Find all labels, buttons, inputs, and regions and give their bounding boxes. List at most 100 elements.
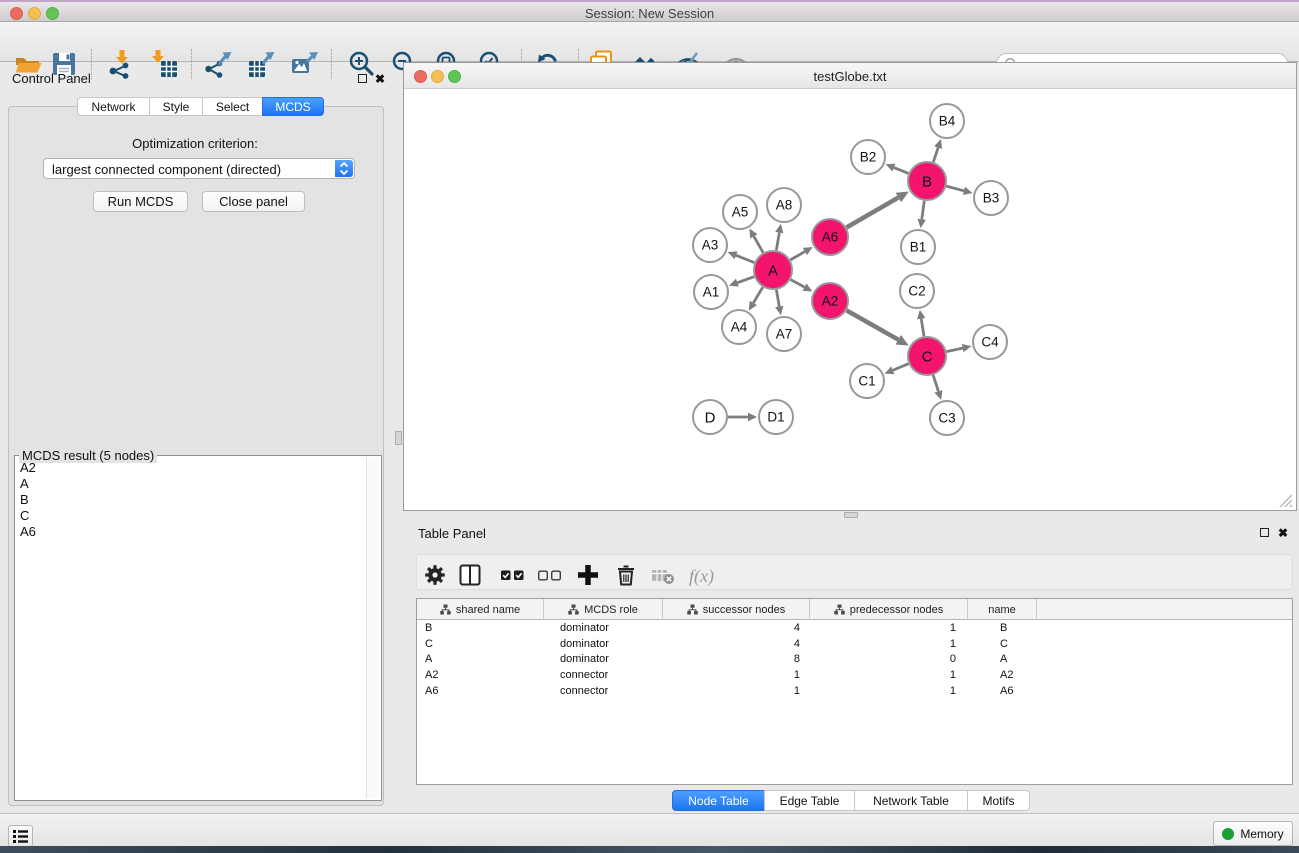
criterion-dropdown[interactable]: largest connected component (directed) xyxy=(43,158,355,179)
column-header-MCDS-role[interactable]: MCDS role xyxy=(544,599,663,620)
table-row[interactable]: Adominator80A xyxy=(417,651,1292,667)
table-cell[interactable]: B xyxy=(417,622,544,634)
memory-button[interactable]: Memory xyxy=(1213,821,1293,846)
column-header-shared-name[interactable]: shared name xyxy=(417,599,544,620)
tab-network[interactable]: Network xyxy=(77,97,150,116)
graph-arrowhead xyxy=(918,219,926,228)
task-history-button[interactable] xyxy=(8,825,33,847)
mcds-result-item[interactable]: A xyxy=(16,476,368,492)
tab-network-table[interactable]: Network Table xyxy=(854,790,968,811)
resize-grip-icon[interactable] xyxy=(1276,491,1294,509)
close-panel-icon[interactable]: ✖ xyxy=(375,73,385,85)
table-cell[interactable]: A xyxy=(417,653,544,665)
graph-edge-C-C3[interactable] xyxy=(933,375,938,391)
graph-edge-A6-B[interactable] xyxy=(846,197,898,227)
graph-edge-A-A5[interactable] xyxy=(754,236,763,252)
select-all-checkboxes-icon[interactable] xyxy=(500,562,526,588)
graph-edge-A-A8[interactable] xyxy=(776,233,779,251)
status-bar: Memory xyxy=(0,813,1299,846)
graph-edge-B-B3[interactable] xyxy=(946,186,964,191)
graph-edge-C-C2[interactable] xyxy=(921,319,924,337)
delete-columns-icon[interactable] xyxy=(613,562,639,588)
mcds-result-item[interactable]: B xyxy=(16,492,368,508)
tab-motifs[interactable]: Motifs xyxy=(967,790,1030,811)
graph-edge-C-C4[interactable] xyxy=(947,348,963,352)
network-canvas[interactable]: AA1A3A5A8A4A7A6A2BB1B2B3B4CC1C2C3C4DD1 xyxy=(404,89,1296,510)
table-cell[interactable]: 1 xyxy=(663,669,810,681)
graph-node-label: A3 xyxy=(702,238,719,253)
table-row[interactable]: A6connector11A6 xyxy=(417,683,1292,699)
table-cell[interactable]: A2 xyxy=(417,669,544,681)
table-cell[interactable]: 1 xyxy=(810,685,968,697)
table-cell[interactable]: C xyxy=(417,638,544,650)
close-table-panel-icon[interactable]: ✖ xyxy=(1278,527,1288,539)
close-panel-button[interactable]: Close panel xyxy=(202,191,305,212)
table-cell[interactable]: 1 xyxy=(810,638,968,650)
graph-edge-B-B4[interactable] xyxy=(933,148,938,162)
graph-node-label: A1 xyxy=(703,285,720,300)
table-cell[interactable]: A xyxy=(968,653,1037,665)
mcds-result-item[interactable]: C xyxy=(16,508,368,524)
tab-select[interactable]: Select xyxy=(202,97,263,116)
tab-node-table[interactable]: Node Table xyxy=(672,790,765,811)
tab-edge-table[interactable]: Edge Table xyxy=(764,790,855,811)
table-cell[interactable]: B xyxy=(968,622,1037,634)
window-titlebar[interactable]: Session: New Session xyxy=(0,0,1299,22)
tab-mcds[interactable]: MCDS xyxy=(262,97,324,116)
float-table-panel-icon[interactable] xyxy=(1260,528,1269,537)
table-cell[interactable]: 4 xyxy=(663,638,810,650)
table-cell[interactable]: 1 xyxy=(810,669,968,681)
add-column-icon[interactable] xyxy=(575,562,601,588)
mcds-result-item[interactable]: A2 xyxy=(16,460,368,476)
table-cell[interactable]: 4 xyxy=(663,622,810,634)
graph-node-label: A8 xyxy=(776,198,793,213)
graph-edge-A-A1[interactable] xyxy=(737,277,754,283)
table-cell[interactable]: dominator xyxy=(544,653,663,665)
graph-edge-A-A2[interactable] xyxy=(791,280,805,288)
graph-edge-C-C1[interactable] xyxy=(893,364,909,371)
mcds-result-scrollbar[interactable] xyxy=(366,457,380,798)
column-header-label: shared name xyxy=(456,604,520,616)
graph-edge-A-A6[interactable] xyxy=(790,252,805,260)
graph-edge-A-A3[interactable] xyxy=(736,255,754,262)
table-cell[interactable]: 1 xyxy=(663,685,810,697)
tab-style[interactable]: Style xyxy=(149,97,203,116)
table-cell[interactable]: A2 xyxy=(968,669,1037,681)
table-cell[interactable]: dominator xyxy=(544,638,663,650)
network-window-titlebar[interactable]: testGlobe.txt xyxy=(404,63,1296,89)
float-panel-icon[interactable] xyxy=(358,74,367,83)
graph-node-label: B3 xyxy=(983,191,1000,206)
graph-edge-A-A7[interactable] xyxy=(776,290,779,307)
table-row[interactable]: A2connector11A2 xyxy=(417,667,1292,683)
graph-edge-A-A4[interactable] xyxy=(753,287,762,303)
table-cell[interactable]: 8 xyxy=(663,653,810,665)
table-cell[interactable]: A6 xyxy=(968,685,1037,697)
settings-gear-icon[interactable] xyxy=(422,562,448,588)
graph-edge-A2-C[interactable] xyxy=(847,310,899,339)
window-title: Session: New Session xyxy=(0,6,1299,21)
graph-arrowhead xyxy=(729,279,739,287)
column-selector-icon[interactable] xyxy=(457,562,483,588)
graph-edge-B-B2[interactable] xyxy=(894,168,909,174)
mcds-result-list[interactable]: A2ABCA6 xyxy=(16,460,368,798)
column-header-name[interactable]: name xyxy=(968,599,1037,620)
horizontal-splitter-handle[interactable] xyxy=(844,512,858,518)
table-row[interactable]: Bdominator41B xyxy=(417,620,1292,636)
graph-edge-B-B1[interactable] xyxy=(922,201,925,219)
table-cell[interactable]: 0 xyxy=(810,653,968,665)
delete-table-icon[interactable] xyxy=(650,562,676,588)
mcds-result-item[interactable]: A6 xyxy=(16,524,368,540)
table-header-row: shared name MCDS rolesuccessor nodesprede… xyxy=(417,599,1292,620)
run-mcds-button[interactable]: Run MCDS xyxy=(93,191,188,212)
column-header-predecessor-nodes[interactable]: predecessor nodes xyxy=(810,599,968,620)
table-cell[interactable]: connector xyxy=(544,669,663,681)
vertical-splitter-handle[interactable] xyxy=(395,431,402,445)
table-cell[interactable]: A6 xyxy=(417,685,544,697)
table-cell[interactable]: connector xyxy=(544,685,663,697)
table-cell[interactable]: C xyxy=(968,638,1037,650)
table-cell[interactable]: dominator xyxy=(544,622,663,634)
table-row[interactable]: Cdominator41C xyxy=(417,636,1292,652)
table-cell[interactable]: 1 xyxy=(810,622,968,634)
deselect-all-checkboxes-icon[interactable] xyxy=(537,562,563,588)
column-header-successor-nodes[interactable]: successor nodes xyxy=(663,599,810,620)
